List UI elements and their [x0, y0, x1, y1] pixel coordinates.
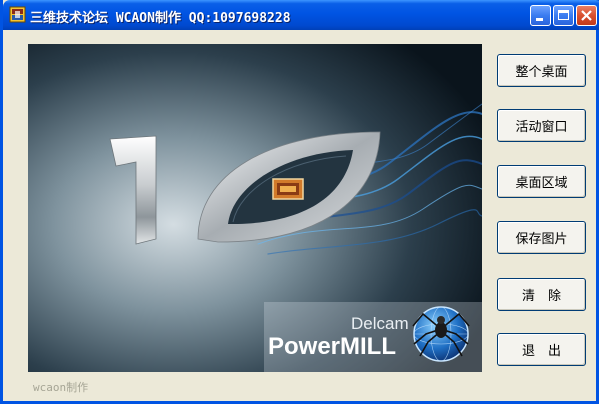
- exit-button[interactable]: 退 出: [497, 333, 586, 366]
- window-title: 三维技术论坛 WCAON制作 QQ:1097698228: [30, 11, 291, 26]
- close-button[interactable]: [576, 5, 597, 26]
- app-icon[interactable]: [9, 6, 26, 23]
- save-image-button[interactable]: 保存图片: [497, 221, 586, 254]
- minimize-button[interactable]: [530, 5, 551, 26]
- minimize-icon: [536, 18, 543, 21]
- maximize-button[interactable]: [553, 5, 574, 26]
- splash-brand-main: PowerMILL: [268, 333, 396, 360]
- close-icon: [581, 10, 592, 21]
- full-desktop-button[interactable]: 整个桌面: [497, 54, 586, 87]
- clear-button[interactable]: 清 除: [497, 278, 586, 311]
- app-window: 三维技术论坛 WCAON制作 QQ:1097698228 Delcam Powe…: [0, 0, 599, 404]
- powermill-splash-image: Delcam PowerMILL: [28, 44, 482, 372]
- captured-image-panel: Delcam PowerMILL: [28, 44, 482, 372]
- splash-brand-top: Delcam: [351, 314, 409, 333]
- footer-credit: wcaon制作: [33, 381, 89, 394]
- active-window-button[interactable]: 活动窗口: [497, 109, 586, 142]
- desktop-region-button[interactable]: 桌面区域: [497, 165, 586, 198]
- maximize-icon: [558, 10, 569, 20]
- title-bar[interactable]: 三维技术论坛 WCAON制作 QQ:1097698228: [3, 0, 599, 30]
